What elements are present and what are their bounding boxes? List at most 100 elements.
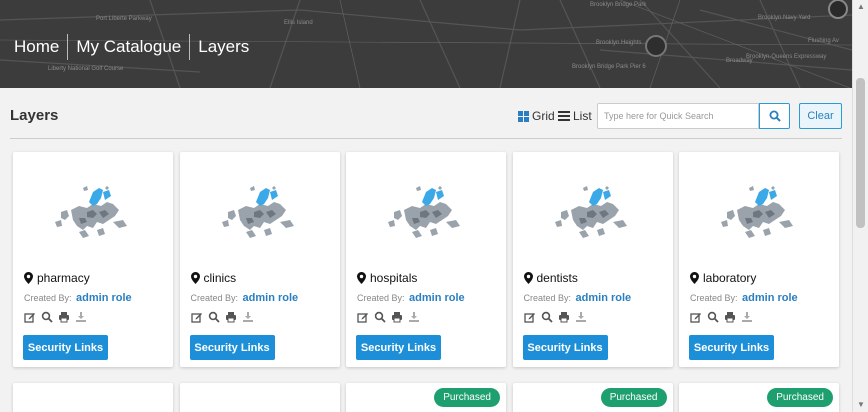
europe-map-thumbnail: [388, 186, 460, 238]
layer-card[interactable]: [179, 383, 340, 412]
europe-map-thumbnail: [221, 186, 294, 238]
created-by-label: Created By:: [24, 293, 72, 303]
map-label: Flushing Av: [808, 38, 839, 44]
security-links-button[interactable]: Security Links: [189, 335, 275, 360]
page-scrollbar[interactable]: ▲ ▼: [852, 0, 868, 412]
created-by: Created By: admin role: [24, 292, 132, 304]
layer-thumbnail[interactable]: [220, 182, 300, 247]
scrollbar-thumb[interactable]: [856, 78, 865, 228]
purchased-badge: Purchased: [767, 388, 833, 407]
download-icon[interactable]: [575, 311, 587, 323]
search-icon[interactable]: [541, 311, 553, 323]
map-label: Brooklyn Bridge Park: [590, 2, 647, 8]
scroll-up-icon[interactable]: ▲: [857, 2, 865, 11]
download-icon[interactable]: [741, 311, 753, 323]
clear-button[interactable]: Clear: [799, 103, 842, 129]
layer-name: clinics: [203, 271, 237, 285]
layer-name: pharmacy: [37, 271, 90, 285]
europe-map-thumbnail: [721, 186, 793, 238]
europe-map-thumbnail: [55, 186, 127, 238]
purchased-badge: Purchased: [600, 388, 667, 407]
grid-label: Grid: [532, 109, 555, 123]
map-label: Brooklyn Navy Yard: [758, 15, 810, 21]
layer-card[interactable]: Purchased: [679, 383, 839, 412]
search-icon[interactable]: [208, 311, 220, 323]
map-marker-icon: [690, 272, 699, 284]
layer-thumbnail[interactable]: [553, 182, 633, 247]
layer-card[interactable]: hospitals Created By: admin role Securit…: [346, 152, 506, 367]
created-by-label: Created By:: [523, 293, 572, 303]
scroll-down-icon[interactable]: ▼: [857, 400, 865, 409]
breadcrumb-home[interactable]: Home: [14, 37, 67, 57]
search-icon[interactable]: [41, 311, 53, 323]
europe-map-thumbnail: [554, 186, 627, 238]
map-label: Port Liberte Parkway: [96, 16, 152, 22]
breadcrumb-my-catalogue[interactable]: My Catalogue: [68, 37, 189, 57]
search-icon[interactable]: [374, 311, 386, 323]
edit-icon[interactable]: [690, 311, 702, 323]
layer-thumbnail[interactable]: [719, 182, 799, 247]
layer-card[interactable]: Purchased: [346, 383, 506, 412]
edit-icon[interactable]: [190, 311, 203, 323]
author-link[interactable]: admin role: [76, 292, 132, 304]
layer-card[interactable]: laboratory Created By: admin role Securi…: [679, 152, 839, 367]
layer-card[interactable]: clinics Created By: admin role Security …: [179, 152, 340, 367]
security-links-button[interactable]: Security Links: [23, 335, 108, 360]
header-banner: Ellis Island Brooklyn Bridge Park Brookl…: [0, 0, 852, 88]
layer-title[interactable]: clinics: [190, 271, 237, 285]
map-marker-icon: [190, 272, 200, 284]
download-icon[interactable]: [408, 311, 420, 323]
author-link[interactable]: admin role: [409, 292, 465, 304]
author-link[interactable]: admin role: [742, 292, 798, 304]
download-icon[interactable]: [75, 311, 87, 323]
layer-thumbnail[interactable]: [386, 182, 466, 247]
layer-title[interactable]: laboratory: [690, 271, 756, 285]
security-links-button[interactable]: Security Links: [689, 335, 774, 360]
edit-icon[interactable]: [24, 311, 36, 323]
map-label: Ellis Island: [284, 20, 313, 26]
print-icon[interactable]: [225, 311, 237, 323]
grid-icon: [518, 110, 529, 122]
layer-title[interactable]: dentists: [523, 271, 578, 285]
security-links-button[interactable]: Security Links: [522, 335, 608, 360]
card-actions: [523, 311, 587, 323]
map-label: Liberty National Golf Course: [48, 66, 124, 72]
search-icon: [769, 110, 781, 122]
quick-search-input[interactable]: [597, 103, 759, 129]
created-by-label: Created By:: [190, 293, 239, 303]
created-by: Created By: admin role: [357, 292, 465, 304]
search-icon[interactable]: [707, 311, 719, 323]
layer-name: dentists: [536, 271, 578, 285]
created-by-label: Created By:: [357, 293, 405, 303]
layer-card[interactable]: dentists Created By: admin role Security…: [512, 152, 673, 367]
created-by: Created By: admin role: [690, 292, 798, 304]
card-actions: [24, 311, 87, 323]
layer-title[interactable]: pharmacy: [24, 271, 90, 285]
map-label: Brooklyn Bridge Park Pier 6: [572, 64, 646, 70]
list-view-toggle[interactable]: List: [558, 109, 592, 123]
edit-icon[interactable]: [523, 311, 536, 323]
created-by: Created By: admin role: [524, 292, 632, 304]
breadcrumb: Home My Catalogue Layers: [14, 34, 257, 60]
print-icon[interactable]: [558, 311, 570, 323]
grid-view-toggle[interactable]: Grid: [518, 109, 555, 123]
purchased-badge: Purchased: [434, 388, 500, 407]
map-label: Brooklyn-Queens Expressway: [746, 54, 826, 60]
security-links-button[interactable]: Security Links: [356, 335, 441, 360]
author-link[interactable]: admin role: [243, 292, 299, 304]
search-button[interactable]: [759, 103, 790, 129]
download-icon[interactable]: [242, 311, 254, 323]
layer-card[interactable]: Purchased: [512, 383, 673, 412]
print-icon[interactable]: [58, 311, 70, 323]
layer-thumbnail[interactable]: [53, 182, 133, 247]
print-icon[interactable]: [724, 311, 736, 323]
edit-icon[interactable]: [357, 311, 369, 323]
map-marker-icon: [523, 272, 533, 284]
layer-card[interactable]: pharmacy Created By: admin role Security…: [13, 152, 173, 367]
map-marker-icon: [357, 272, 366, 284]
layer-title[interactable]: hospitals: [357, 271, 417, 285]
layer-card[interactable]: [13, 383, 173, 412]
print-icon[interactable]: [391, 311, 403, 323]
author-link[interactable]: admin role: [576, 292, 632, 304]
breadcrumb-layers: Layers: [198, 37, 250, 56]
